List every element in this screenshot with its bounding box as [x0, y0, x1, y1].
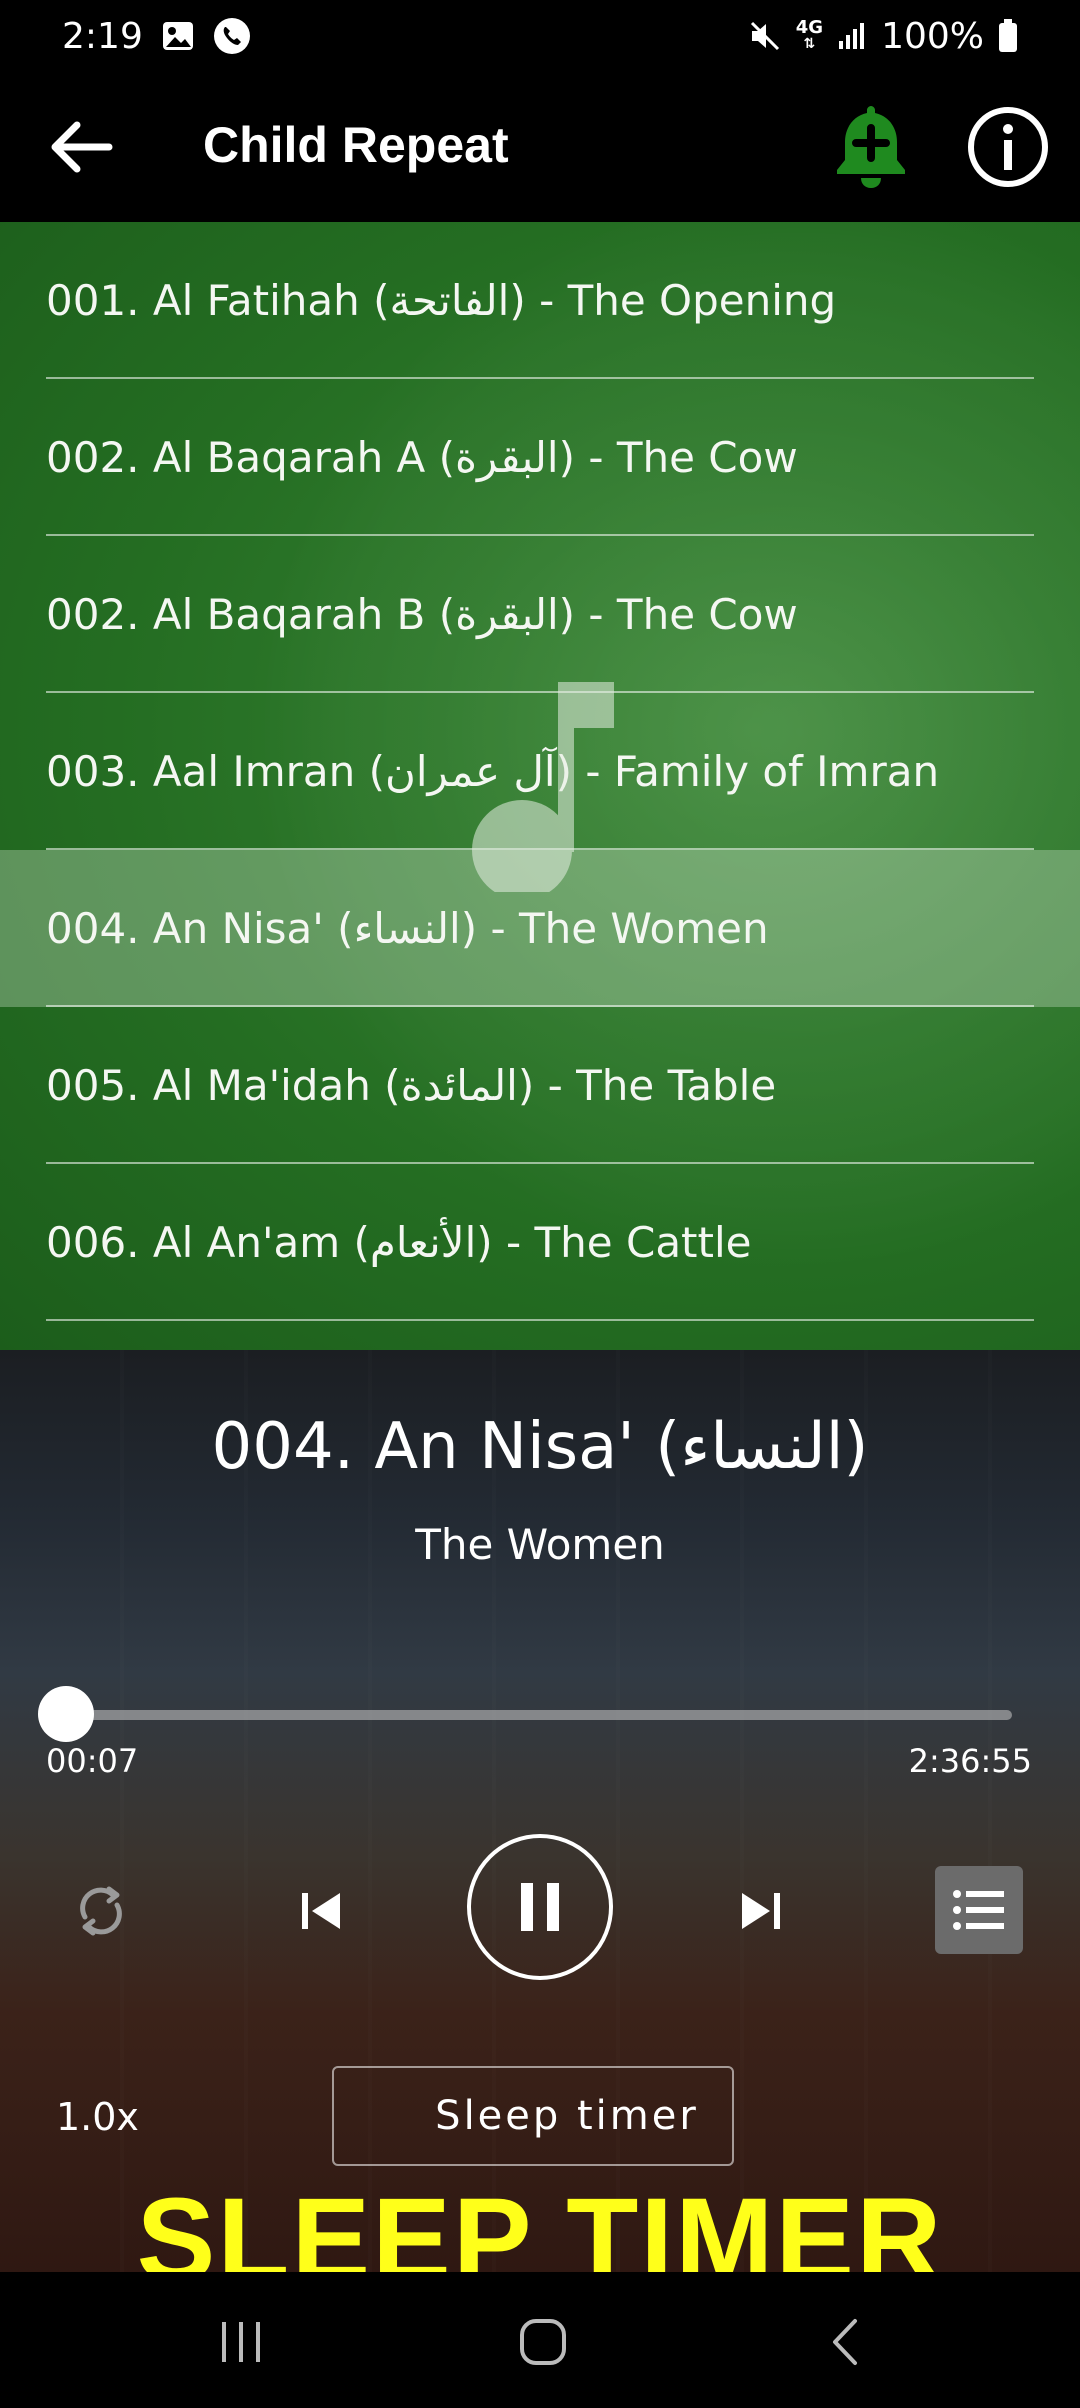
now-playing-subtitle: The Women [415, 1520, 665, 1569]
total-time: 2:36:55 [908, 1742, 1032, 1780]
recent-apps-button[interactable] [196, 2302, 286, 2382]
gallery-icon [161, 19, 195, 53]
now-playing-title: 004. An Nisa' (النساء) [211, 1410, 869, 1484]
track-label: 001. Al Fatihah (الفاتحة) - The Opening [46, 276, 837, 325]
network-type-icon: 4G ⇅ [795, 17, 824, 53]
chevron-left-icon [833, 2319, 857, 2365]
divider [46, 1319, 1034, 1321]
seek-bar[interactable] [38, 1686, 1012, 1742]
track-label: 004. An Nisa' (النساء) - The Women [46, 904, 769, 953]
seek-thumb[interactable] [38, 1686, 94, 1742]
promo-banner-text: SLEEP TIMER [136, 2174, 944, 2306]
pause-icon [521, 1883, 559, 1931]
back-nav-button[interactable] [800, 2302, 890, 2382]
app-bar: Child Repeat [0, 72, 1080, 222]
list-icon [953, 1890, 1004, 1930]
repeat-button[interactable] [66, 1876, 136, 1946]
track-item[interactable]: 005. Al Ma'idah (المائدة) - The Table [0, 1007, 1080, 1164]
track-label: 006. Al An'am (الأنعام) - The Cattle [46, 1218, 752, 1267]
track-list: 001. Al Fatihah (الفاتحة) - The Opening … [0, 222, 1080, 1350]
page-title: Child Repeat [203, 117, 509, 173]
system-nav-bar [0, 2272, 1080, 2408]
skip-next-icon [742, 1893, 780, 1929]
track-label: 002. Al Baqarah B (البقرة) - The Cow [46, 590, 798, 639]
track-label: 002. Al Baqarah A (البقرة) - The Cow [46, 433, 798, 482]
repeat-icon [80, 1886, 122, 1936]
playlist-button[interactable] [935, 1866, 1023, 1954]
skip-previous-icon [302, 1893, 340, 1929]
sleep-timer-button[interactable]: Sleep timer [332, 2066, 734, 2166]
moon-icon [375, 2094, 398, 2138]
home-icon [520, 2319, 566, 2365]
previous-button[interactable] [286, 1876, 356, 1946]
next-button[interactable] [726, 1876, 796, 1946]
recent-apps-icon [222, 2322, 260, 2362]
track-item[interactable]: 001. Al Fatihah (الفاتحة) - The Opening [0, 222, 1080, 379]
track-label: 005. Al Ma'idah (المائدة) - The Table [46, 1061, 777, 1110]
home-button[interactable] [498, 2302, 588, 2382]
battery-percent: 100% [881, 15, 984, 57]
sleep-timer-label: Sleep timer [435, 2093, 699, 2139]
status-time: 2:19 [62, 15, 143, 57]
bell-plus-icon [837, 106, 905, 188]
playback-speed-button[interactable]: 1.0x [56, 2095, 139, 2139]
add-reminder-button[interactable] [826, 100, 916, 194]
phone-call-icon [213, 17, 251, 55]
back-button[interactable] [40, 107, 120, 187]
battery-icon [998, 19, 1018, 53]
status-bar: 2:19 4G ⇅ 100% [0, 0, 1080, 72]
pause-button[interactable] [467, 1834, 613, 1980]
arrow-left-icon [51, 121, 113, 173]
track-item[interactable]: 006. Al An'am (الأنعام) - The Cattle [0, 1164, 1080, 1321]
info-icon [968, 107, 1048, 187]
info-button[interactable] [965, 104, 1051, 190]
music-note-icon [472, 682, 614, 892]
player-panel: 004. An Nisa' (النساء) The Women 00:07 2… [0, 1350, 1080, 2272]
seek-track [66, 1710, 1012, 1720]
track-item[interactable]: 002. Al Baqarah B (البقرة) - The Cow [0, 536, 1080, 693]
track-item[interactable]: 002. Al Baqarah A (البقرة) - The Cow [0, 379, 1080, 536]
signal-icon [837, 21, 867, 51]
mute-icon [748, 19, 782, 53]
current-time: 00:07 [46, 1742, 139, 1780]
